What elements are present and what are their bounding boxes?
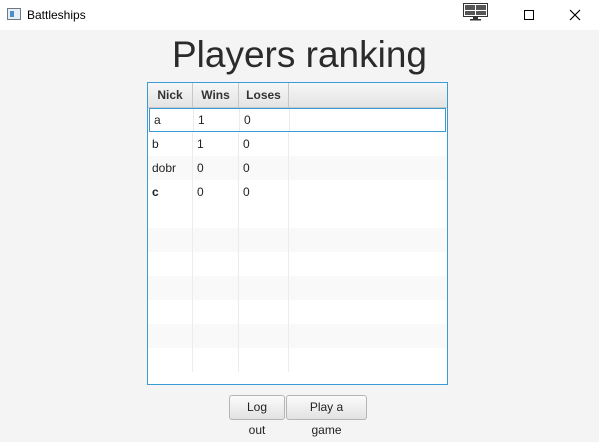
empty-table-row [148,300,447,324]
empty-table-row [148,276,447,300]
cell-wins: 1 [193,132,239,156]
empty-cell [239,276,289,300]
maximize-icon [524,10,534,20]
empty-cell [289,324,447,348]
empty-cell [289,300,447,324]
cell-loses: 0 [239,132,289,156]
empty-cell [239,228,289,252]
empty-table-row [148,252,447,276]
empty-cell [193,228,239,252]
empty-cell [193,252,239,276]
empty-table-row [148,204,447,228]
empty-cell [148,348,193,372]
cell-nick: dobr [148,156,193,180]
column-header-nick[interactable]: Nick [148,83,193,107]
cell-loses: 0 [240,109,290,131]
monitor-icon [463,3,488,21]
column-header-wins[interactable]: Wins [193,83,239,107]
empty-cell [239,324,289,348]
empty-cell [193,204,239,228]
cell-wins: 1 [194,109,240,131]
empty-cell [148,324,193,348]
cell-nick: a [150,109,194,131]
empty-cell [193,300,239,324]
page-title: Players ranking [171,34,427,75]
empty-table-row [148,348,447,372]
empty-cell [148,276,193,300]
cell-filler [289,180,447,204]
column-header-loses[interactable]: Loses [239,83,289,107]
cell-filler [290,109,447,131]
cell-wins: 0 [193,156,239,180]
empty-cell [193,348,239,372]
cell-loses: 0 [239,156,289,180]
empty-cell [148,228,193,252]
column-header-filler [289,83,447,107]
empty-cell [239,204,289,228]
empty-cell [289,204,447,228]
empty-cell [193,324,239,348]
empty-cell [148,300,193,324]
empty-cell [289,252,447,276]
empty-cell [148,252,193,276]
empty-cell [289,348,447,372]
empty-cell [193,276,239,300]
maximize-button[interactable] [506,0,552,30]
title-bar: Battleships [0,0,599,30]
empty-cell [239,252,289,276]
close-icon [569,9,581,21]
empty-cell [289,276,447,300]
window-title: Battleships [27,8,86,22]
empty-cell [148,204,193,228]
table-row[interactable]: b 1 0 [148,132,447,156]
close-button[interactable] [552,0,598,30]
logout-button[interactable]: Log out [229,395,285,437]
ranking-table[interactable]: Nick Wins Loses a 1 0 b 1 0 dobr 0 0 c 0… [147,82,448,385]
empty-table-row [148,324,447,348]
cell-wins: 0 [193,180,239,204]
table-row[interactable]: c 0 0 [148,180,447,204]
table-row[interactable]: a 1 0 [149,108,446,132]
empty-cell [239,300,289,324]
cell-filler [289,156,447,180]
empty-table-row [148,228,447,252]
cell-nick: b [148,132,193,156]
table-row[interactable]: dobr 0 0 [148,156,447,180]
cell-nick: c [148,180,193,204]
table-header: Nick Wins Loses [148,83,447,108]
empty-cell [239,348,289,372]
empty-cell [289,228,447,252]
play-game-button[interactable]: Play a game [286,395,367,437]
cell-filler [289,132,447,156]
app-icon [7,8,21,20]
cell-loses: 0 [239,180,289,204]
